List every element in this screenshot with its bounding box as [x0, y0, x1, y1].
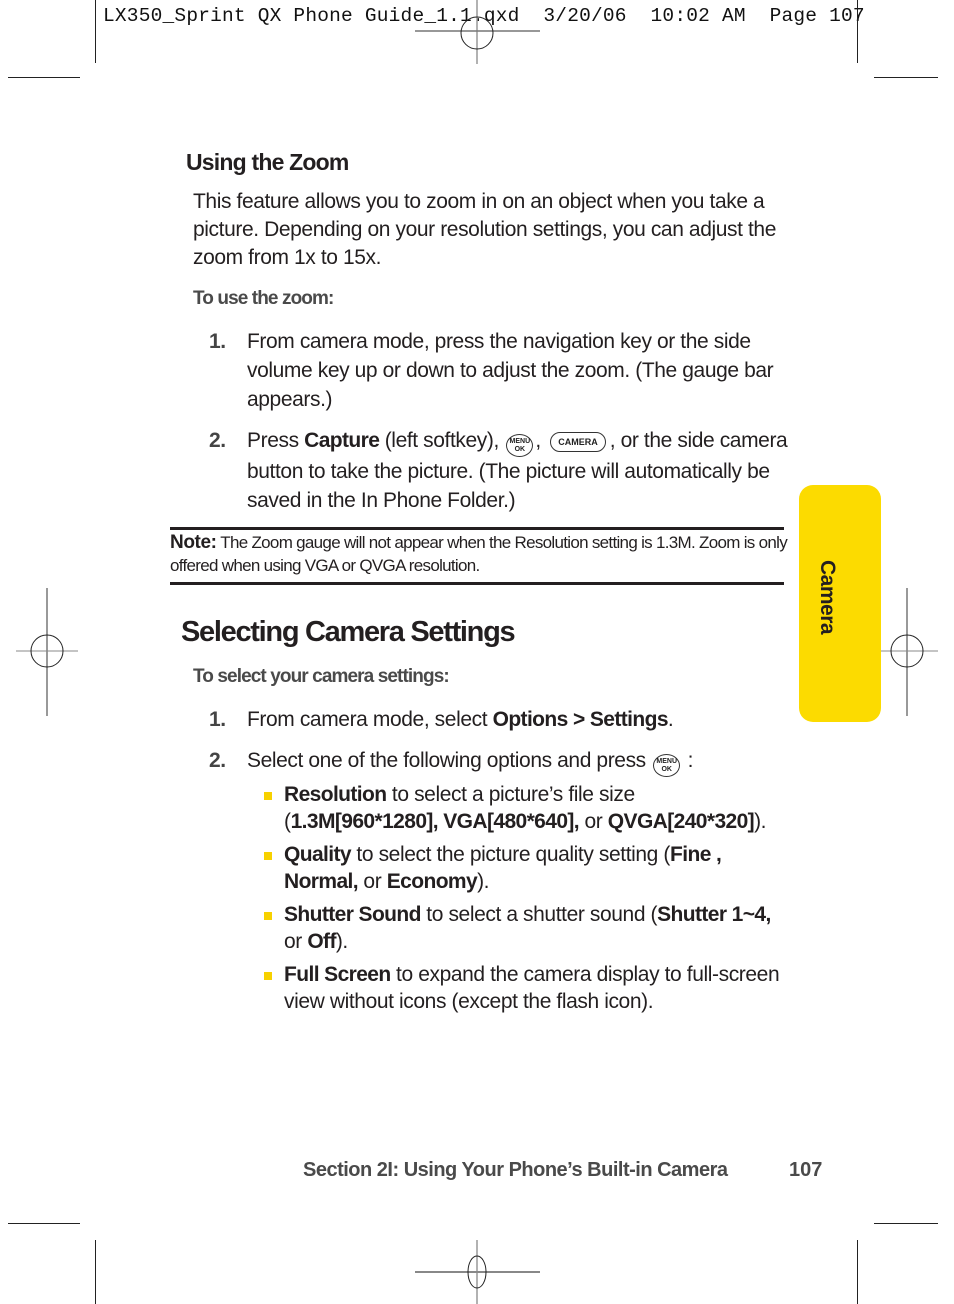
bullet-square-icon	[264, 912, 272, 920]
camera-key-icon: CAMERA	[550, 432, 606, 452]
footer-page-number: 107	[789, 1159, 823, 1181]
menu-ok-key-icon: MENU OK	[506, 434, 534, 457]
option-term: Shutter Sound	[284, 903, 421, 926]
note-label: Note:	[170, 532, 217, 553]
settings-step-2: 2. Select one of the following options a…	[209, 746, 789, 777]
bullet-square-icon	[264, 972, 272, 980]
step-number: 2.	[209, 749, 226, 772]
step-number: 2.	[209, 429, 226, 452]
zoom-heading: Using the Zoom	[186, 149, 349, 175]
menu-ok-key-icon: MENU OK	[653, 754, 681, 777]
step-text: From camera mode, select Options > Setti…	[247, 708, 674, 731]
option-term: Resolution	[284, 783, 387, 806]
note-top-rule	[170, 527, 784, 530]
bullet-full-screen: Full Screen to expand the camera display…	[264, 961, 784, 1015]
crop-mark	[95, 0, 96, 63]
crop-mark	[8, 1223, 80, 1224]
registration-mark-bottom	[415, 1240, 540, 1304]
note-box: Note: The Zoom gauge will not appear whe…	[170, 531, 790, 577]
bullet-resolution: Resolution to select a picture’s file si…	[264, 781, 784, 835]
step-text: Press Capture (left softkey), MENU OK, CA…	[247, 429, 788, 512]
crop-mark	[874, 77, 938, 78]
step-number: 1.	[209, 330, 226, 353]
bullet-shutter-sound: Shutter Sound to select a shutter sound …	[264, 901, 784, 955]
crop-mark	[95, 1240, 96, 1304]
slug-date: 3/20/06	[543, 5, 627, 27]
registration-mark-right	[876, 588, 938, 716]
step-number: 1.	[209, 708, 226, 731]
zoom-step-2: 2. Press Capture (left softkey), MENU OK,…	[209, 426, 789, 515]
note-bottom-rule	[170, 582, 784, 585]
settings-step-1: 1. From camera mode, select Options > Se…	[209, 705, 789, 734]
option-term: Full Screen	[284, 963, 391, 986]
settings-heading: Selecting Camera Settings	[181, 616, 516, 648]
registration-mark-top	[415, 0, 540, 64]
slug-time: 10:02 AM	[650, 5, 746, 27]
zoom-step-1: 1. From camera mode, press the navigatio…	[209, 327, 789, 414]
settings-steps-lead: To select your camera settings:	[193, 666, 450, 687]
crop-mark	[874, 1223, 938, 1224]
registration-mark-left	[16, 588, 78, 716]
zoom-steps-lead: To use the zoom:	[193, 288, 334, 309]
capture-softkey-label: Capture	[304, 429, 380, 452]
bullet-square-icon	[264, 792, 272, 800]
bullet-quality: Quality to select the picture quality se…	[264, 841, 784, 895]
footer-section-title: Section 2I: Using Your Phone’s Built-in …	[303, 1159, 728, 1181]
crop-mark	[857, 1240, 858, 1304]
step-text: Select one of the following options and …	[247, 746, 789, 777]
note-text: The Zoom gauge will not appear when the …	[170, 533, 788, 575]
step-text: From camera mode, press the navigation k…	[247, 330, 774, 411]
crop-mark	[8, 77, 80, 78]
bullet-square-icon	[264, 852, 272, 860]
options-settings-path: Options > Settings	[492, 708, 669, 731]
crop-mark	[857, 0, 858, 63]
zoom-description: This feature allows you to zoom in on an…	[193, 190, 776, 269]
option-term: Quality	[284, 843, 352, 866]
slug-page: Page 107	[769, 5, 865, 27]
section-side-tab-label: Camera	[816, 560, 839, 635]
